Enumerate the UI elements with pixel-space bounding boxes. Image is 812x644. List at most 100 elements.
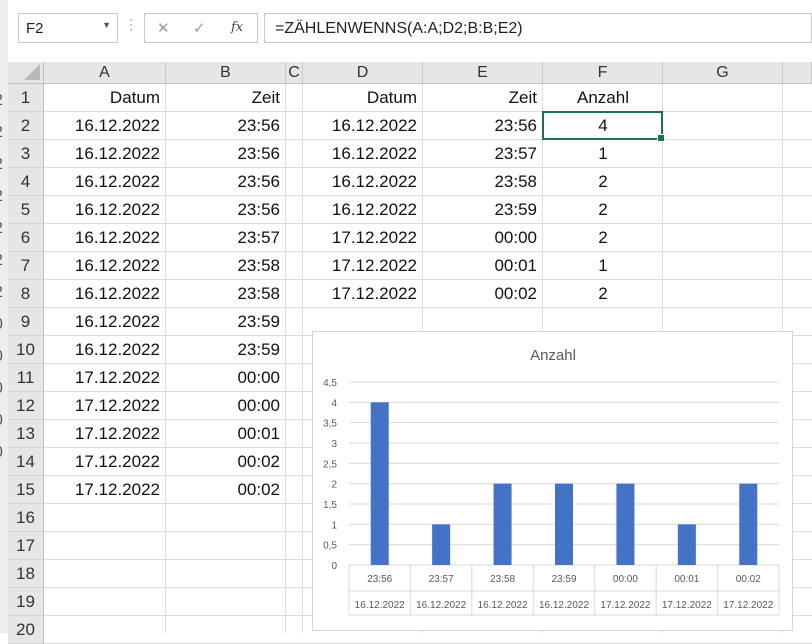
date-cell[interactable]: 16.12.2022 [44, 168, 166, 196]
chart-bar[interactable] [432, 524, 451, 565]
header-cell-zeit[interactable]: Zeit [423, 84, 543, 112]
more-dots-icon[interactable]: ⋮ [124, 16, 138, 33]
time-cell[interactable]: 23:56 [166, 140, 286, 168]
date-cell[interactable]: 16.12.2022 [303, 140, 423, 168]
row-header-6[interactable]: 6 [8, 224, 44, 252]
row-header-1[interactable]: 1 [8, 84, 44, 112]
count-cell[interactable]: 1 [543, 140, 663, 168]
count-cell[interactable]: 1 [543, 252, 663, 280]
date-cell[interactable]: 17.12.2022 [44, 392, 166, 420]
time-cell[interactable]: 00:01 [423, 252, 543, 280]
date-cell[interactable]: 17.12.2022 [44, 420, 166, 448]
time-cell[interactable]: 23:59 [166, 336, 286, 364]
column-header-d[interactable]: D [303, 62, 423, 84]
select-all-corner[interactable] [8, 62, 44, 84]
time-cell[interactable]: 23:59 [166, 308, 286, 336]
time-cell[interactable]: 23:59 [423, 196, 543, 224]
row-header-15[interactable]: 15 [8, 476, 44, 504]
time-cell[interactable]: 00:00 [423, 224, 543, 252]
chart-bar[interactable] [370, 402, 389, 565]
time-cell[interactable]: 00:02 [166, 476, 286, 504]
header-cell-anzahl[interactable]: Anzahl [543, 84, 663, 112]
header-cell-datum[interactable]: Datum [303, 84, 423, 112]
row-header-20[interactable]: 20 [8, 616, 44, 644]
row-header-4[interactable]: 4 [8, 168, 44, 196]
row-header-16[interactable]: 16 [8, 504, 44, 532]
clipped-cell-text: 0 [0, 444, 3, 462]
date-cell[interactable]: 16.12.2022 [44, 112, 166, 140]
date-cell[interactable]: 17.12.2022 [303, 280, 423, 308]
date-cell[interactable]: 17.12.2022 [44, 448, 166, 476]
chart[interactable]: Anzahl 0 0,5 1 1,5 2 2,5 3 3,5 4 4,5 23:56 16.12.202… [312, 331, 793, 631]
date-cell[interactable]: 16.12.2022 [44, 224, 166, 252]
time-cell[interactable]: 00:00 [166, 364, 286, 392]
count-cell[interactable]: 2 [543, 224, 663, 252]
x-tick-label-time: 00:01 [674, 574, 699, 585]
row-header-14[interactable]: 14 [8, 448, 44, 476]
formula-input[interactable]: =ZÄHLENWENNS(A:A;D2;B:B;E2) [264, 13, 812, 43]
date-cell[interactable]: 17.12.2022 [44, 476, 166, 504]
row-header-17[interactable]: 17 [8, 532, 44, 560]
column-header-c[interactable]: C [286, 62, 303, 84]
date-cell[interactable]: 17.12.2022 [303, 224, 423, 252]
chart-bar[interactable] [555, 483, 573, 565]
time-cell[interactable]: 23:56 [423, 112, 543, 140]
chart-bar[interactable] [616, 483, 635, 565]
time-cell[interactable]: 23:56 [166, 112, 286, 140]
time-cell[interactable]: 23:57 [166, 224, 286, 252]
time-cell[interactable]: 23:58 [423, 168, 543, 196]
date-cell[interactable]: 17.12.2022 [303, 252, 423, 280]
time-cell[interactable]: 23:56 [166, 196, 286, 224]
row-header-9[interactable]: 9 [8, 308, 44, 336]
time-cell[interactable]: 23:58 [166, 252, 286, 280]
row-header-19[interactable]: 19 [8, 588, 44, 616]
date-cell[interactable]: 16.12.2022 [303, 112, 423, 140]
row-header-18[interactable]: 18 [8, 560, 44, 588]
chart-bar[interactable] [739, 483, 758, 565]
name-box[interactable]: F2 ▼ [18, 13, 118, 43]
count-cell[interactable]: 2 [543, 280, 663, 308]
row-header-11[interactable]: 11 [8, 364, 44, 392]
row-header-7[interactable]: 7 [8, 252, 44, 280]
date-cell[interactable]: 16.12.2022 [303, 168, 423, 196]
date-cell[interactable]: 16.12.2022 [44, 140, 166, 168]
time-cell[interactable]: 00:01 [166, 420, 286, 448]
time-cell[interactable]: 00:00 [166, 392, 286, 420]
row-header-2[interactable]: 2 [8, 112, 44, 140]
row-header-3[interactable]: 3 [8, 140, 44, 168]
row-header-12[interactable]: 12 [8, 392, 44, 420]
column-header-f[interactable]: F [543, 62, 663, 84]
date-cell[interactable]: 16.12.2022 [44, 196, 166, 224]
column-header-e[interactable]: E [423, 62, 543, 84]
date-cell[interactable]: 16.12.2022 [303, 196, 423, 224]
column-header-b[interactable]: B [166, 62, 286, 84]
column-header-g[interactable]: G [663, 62, 783, 84]
row-header-8[interactable]: 8 [8, 280, 44, 308]
time-cell[interactable]: 23:56 [166, 168, 286, 196]
insert-function-icon[interactable]: fx [231, 20, 243, 35]
date-cell[interactable]: 16.12.2022 [44, 308, 166, 336]
count-cell[interactable]: 2 [543, 196, 663, 224]
row-header-10[interactable]: 10 [8, 336, 44, 364]
header-cell-zeit[interactable]: Zeit [166, 84, 286, 112]
row-header-13[interactable]: 13 [8, 420, 44, 448]
fill-handle[interactable] [657, 134, 665, 142]
date-cell[interactable]: 16.12.2022 [44, 252, 166, 280]
chart-title: Anzahl [530, 347, 576, 364]
header-cell-datum[interactable]: Datum [44, 84, 166, 112]
time-cell[interactable]: 00:02 [423, 280, 543, 308]
chevron-down-icon[interactable]: ▼ [102, 20, 111, 30]
time-cell[interactable]: 23:58 [166, 280, 286, 308]
date-cell[interactable]: 16.12.2022 [44, 336, 166, 364]
chart-bar[interactable] [493, 483, 512, 565]
cancel-icon[interactable]: ✕ [157, 19, 170, 37]
date-cell[interactable]: 17.12.2022 [44, 364, 166, 392]
chart-bar[interactable] [677, 524, 696, 565]
date-cell[interactable]: 16.12.2022 [44, 280, 166, 308]
time-cell[interactable]: 23:57 [423, 140, 543, 168]
column-header-a[interactable]: A [44, 62, 166, 84]
count-cell[interactable]: 2 [543, 168, 663, 196]
row-header-5[interactable]: 5 [8, 196, 44, 224]
enter-icon[interactable]: ✓ [193, 19, 206, 37]
time-cell[interactable]: 00:02 [166, 448, 286, 476]
